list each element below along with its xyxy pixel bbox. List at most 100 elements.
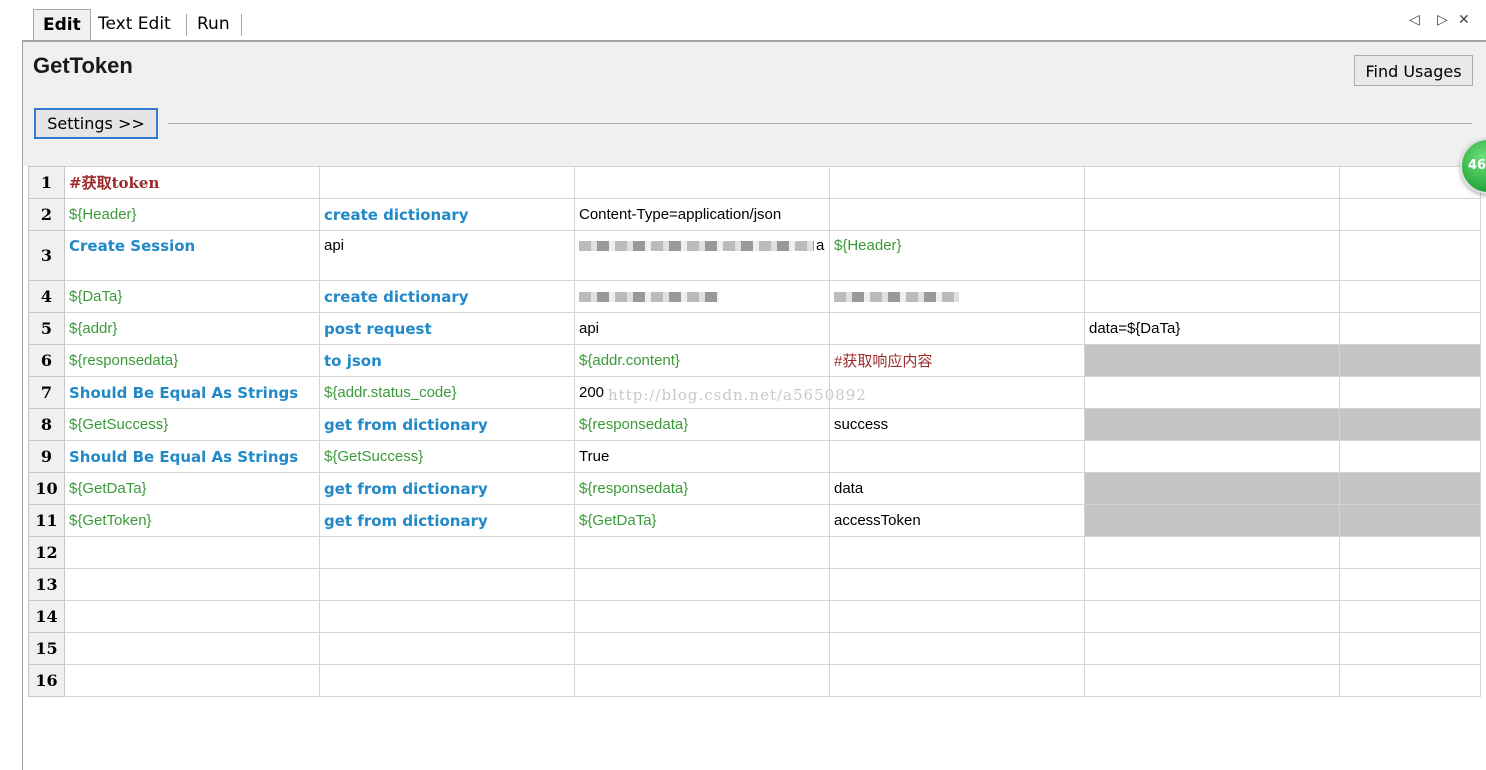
grid-cell[interactable]: ${addr.status_code} <box>319 376 575 409</box>
grid-cell[interactable] <box>829 166 1085 199</box>
grid-cell[interactable] <box>1339 504 1481 537</box>
row-number[interactable]: 3 <box>28 230 65 281</box>
grid-cell[interactable]: Create Session <box>64 230 320 281</box>
grid-cell[interactable]: data=${DaTa} <box>1084 312 1340 345</box>
row-number[interactable]: 14 <box>28 600 65 633</box>
grid-cell[interactable]: accessToken <box>829 504 1085 537</box>
row-number[interactable]: 4 <box>28 280 65 313</box>
grid-cell[interactable] <box>319 632 575 665</box>
grid-cell[interactable]: get from dictionary <box>319 472 575 505</box>
grid-cell[interactable] <box>64 600 320 633</box>
row-number[interactable]: 16 <box>28 664 65 697</box>
scroll-tabs-right-icon[interactable]: ▷ <box>1437 12 1448 28</box>
grid-cell[interactable] <box>1084 198 1340 231</box>
row-number[interactable]: 10 <box>28 472 65 505</box>
tab-edit[interactable]: Edit <box>33 9 91 41</box>
grid-cell[interactable] <box>1339 280 1481 313</box>
grid-cell[interactable]: ${Header} <box>829 230 1085 281</box>
grid-cell[interactable]: ${addr.content} <box>574 344 830 377</box>
grid-cell[interactable] <box>1084 344 1340 377</box>
grid-cell[interactable] <box>1339 376 1481 409</box>
grid-cell[interactable] <box>1339 536 1481 569</box>
row-number[interactable]: 7 <box>28 376 65 409</box>
tab-run[interactable]: Run <box>188 9 239 39</box>
grid-cell[interactable] <box>1084 440 1340 473</box>
find-usages-button[interactable]: Find Usages <box>1354 55 1473 86</box>
grid-cell[interactable]: ${GetSuccess} <box>319 440 575 473</box>
grid-cell[interactable] <box>319 664 575 697</box>
grid-cell[interactable] <box>829 312 1085 345</box>
grid-cell[interactable] <box>829 376 1085 409</box>
grid-cell[interactable] <box>1084 230 1340 281</box>
row-number[interactable]: 8 <box>28 408 65 441</box>
grid-cell[interactable] <box>1339 198 1481 231</box>
grid-cell[interactable] <box>1084 408 1340 441</box>
grid-cell[interactable]: ${addr} <box>64 312 320 345</box>
row-number[interactable]: 12 <box>28 536 65 569</box>
grid-cell[interactable] <box>1339 344 1481 377</box>
grid-cell[interactable]: ${responsedata} <box>64 344 320 377</box>
grid-cell[interactable]: create dictionary <box>319 198 575 231</box>
grid-cell[interactable]: ${GetDaTa} <box>574 504 830 537</box>
grid-cell[interactable] <box>64 568 320 601</box>
grid-cell[interactable] <box>1339 166 1481 199</box>
grid-cell[interactable] <box>1084 664 1340 697</box>
row-number[interactable]: 11 <box>28 504 65 537</box>
grid-cell[interactable] <box>64 536 320 569</box>
grid-cell[interactable]: to json <box>319 344 575 377</box>
grid-cell[interactable] <box>1339 600 1481 633</box>
grid-cell[interactable] <box>829 632 1085 665</box>
grid-cell[interactable] <box>1339 440 1481 473</box>
grid-cell[interactable]: success <box>829 408 1085 441</box>
grid-cell[interactable]: ${GetDaTa} <box>64 472 320 505</box>
grid-cell[interactable]: ${GetSuccess} <box>64 408 320 441</box>
grid-cell[interactable] <box>1084 472 1340 505</box>
close-tab-icon[interactable]: ✕ <box>1458 12 1470 28</box>
grid-cell[interactable] <box>319 568 575 601</box>
tab-text-edit[interactable]: Text Edit <box>89 9 180 39</box>
row-number[interactable]: 13 <box>28 568 65 601</box>
grid-cell[interactable] <box>1084 600 1340 633</box>
grid-cell[interactable] <box>829 198 1085 231</box>
settings-toggle-button[interactable]: Settings >> <box>34 108 158 139</box>
row-number[interactable]: 9 <box>28 440 65 473</box>
grid-cell[interactable] <box>574 632 830 665</box>
grid-cell[interactable] <box>574 568 830 601</box>
grid-cell[interactable]: ${responsedata} <box>574 408 830 441</box>
grid-cell[interactable] <box>829 568 1085 601</box>
grid-cell[interactable] <box>1084 280 1340 313</box>
grid-cell[interactable] <box>1084 376 1340 409</box>
grid-cell[interactable]: #获取响应内容 <box>829 344 1085 377</box>
grid-cell[interactable]: create dictionary <box>319 280 575 313</box>
grid-cell[interactable]: api <box>319 230 575 281</box>
grid-cell[interactable] <box>319 536 575 569</box>
grid-cell[interactable] <box>1084 632 1340 665</box>
grid-cell[interactable] <box>1339 230 1481 281</box>
grid-cell[interactable] <box>1339 568 1481 601</box>
grid-cell[interactable]: Content-Type=application/json <box>574 198 830 231</box>
grid-cell[interactable]: get from dictionary <box>319 504 575 537</box>
grid-cell[interactable] <box>829 600 1085 633</box>
grid-cell[interactable]: ${GetToken} <box>64 504 320 537</box>
grid-cell[interactable] <box>574 536 830 569</box>
grid-cell[interactable]: data <box>829 472 1085 505</box>
grid-cell[interactable] <box>64 664 320 697</box>
grid-cell[interactable]: ${DaTa} <box>64 280 320 313</box>
grid-cell[interactable] <box>1339 408 1481 441</box>
grid-cell[interactable]: Should Be Equal As Strings <box>64 440 320 473</box>
grid-cell[interactable] <box>829 280 1085 313</box>
grid-cell[interactable] <box>574 664 830 697</box>
grid-cell[interactable]: True <box>574 440 830 473</box>
grid-cell[interactable] <box>1339 632 1481 665</box>
grid-cell[interactable] <box>829 536 1085 569</box>
grid-cell[interactable] <box>1084 504 1340 537</box>
grid-cell[interactable] <box>1084 536 1340 569</box>
grid-cell[interactable] <box>1084 568 1340 601</box>
grid-cell[interactable]: post request <box>319 312 575 345</box>
scroll-tabs-left-icon[interactable]: ◁ <box>1409 12 1420 28</box>
grid-cell[interactable] <box>1339 312 1481 345</box>
grid-cell[interactable] <box>829 664 1085 697</box>
grid-cell[interactable]: get from dictionary <box>319 408 575 441</box>
row-number[interactable]: 2 <box>28 198 65 231</box>
grid-cell[interactable]: api <box>574 312 830 345</box>
